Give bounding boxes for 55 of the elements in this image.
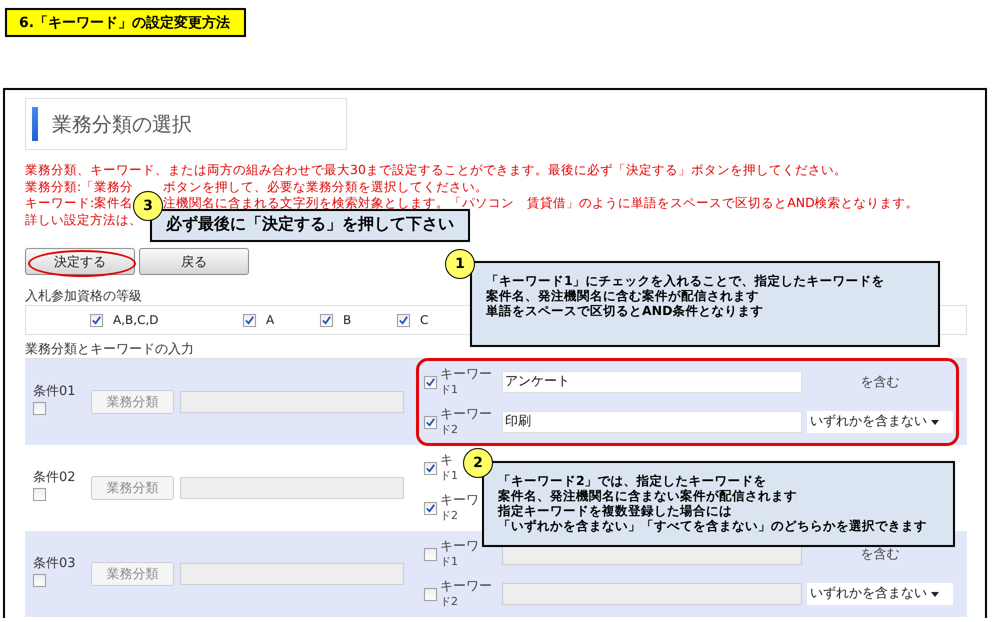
notice-text: 注機関名に含まれる文字列を検索対象とします。「パソコン 賃貸借」のように単語をスペースで区切るとAND検索となります。 — [163, 195, 919, 212]
form-button[interactable]: 戻る — [139, 248, 249, 275]
option-label: B — [343, 313, 352, 327]
condition-label: 条件03 — [33, 554, 76, 572]
checkbox[interactable] — [424, 548, 437, 560]
checkbox[interactable] — [397, 314, 410, 326]
keyword-label: キーワー ド2 — [440, 407, 492, 437]
keyword-label: キーワー ド2 — [440, 579, 492, 609]
keyword-field[interactable]: アンケート — [502, 371, 802, 393]
condition-label: 条件02 — [33, 468, 76, 486]
page-title: 業務分類の選択 — [52, 110, 192, 138]
checkbox[interactable] — [33, 488, 46, 500]
form-button[interactable]: 決定する — [25, 248, 135, 275]
step-number-tooltip: 1 — [445, 249, 475, 279]
checkbox[interactable] — [33, 574, 46, 586]
checkbox[interactable] — [424, 588, 437, 600]
section-legend: 業務分類とキーワードの入力 — [25, 340, 194, 358]
checkbox[interactable] — [33, 402, 46, 414]
category-field[interactable] — [180, 477, 404, 499]
step-number-tooltip: 3 — [133, 191, 163, 221]
caret-icon — [931, 420, 939, 424]
checkbox[interactable] — [424, 502, 437, 514]
callout-text: 「キーワード1」にチェックを入れることで、指定したキーワードを 案件名、発注機関名に含む案件が配信されます 単語をスペースで区切るとAND条件となります — [486, 273, 886, 318]
notice-text: ボタンを押して、必要な業務分類を選択してください。 — [163, 178, 488, 195]
condition-label: 条件01 — [33, 382, 76, 400]
category-field[interactable] — [180, 391, 404, 413]
checkbox[interactable] — [424, 376, 437, 388]
suffix-text: を含む — [860, 374, 900, 391]
checkbox[interactable] — [90, 314, 103, 326]
notice-text: 業務分類、キーワード、または両方の組み合わせで最大30まで設定することができます。最後に必ず「決定する」ボタンを押してください。 — [25, 162, 847, 178]
match-dropdown[interactable]: いずれかを含まない — [807, 583, 953, 605]
category-field[interactable] — [180, 563, 404, 585]
checkbox[interactable] — [424, 416, 437, 428]
match-dropdown[interactable]: いずれかを含まない — [807, 411, 953, 433]
caret-icon — [931, 592, 939, 596]
option-label: C — [420, 313, 428, 327]
keyword-field[interactable] — [502, 583, 802, 605]
option-label: A — [266, 313, 274, 327]
notice-text: キーワード:案件名 — [25, 195, 134, 212]
option-label: A,B,C,D — [113, 313, 159, 327]
accent-bar — [32, 107, 38, 141]
callout-text: 「キーワード2」では、指定したキーワードを 案件名、発注機関名に含まない案件が配信されます 指定キーワードを複数登録した場合には 「いずれかを含まない」「すべてを含まない」のどちらかを選択できます — [498, 473, 928, 533]
keyword-label: キーワー ド1 — [440, 367, 492, 397]
keyword-label: キ ド1 — [440, 453, 458, 483]
notice-text: 業務分類:「業務分 — [25, 178, 134, 195]
section-heading: 6.「キーワード」の設定変更方法 — [5, 8, 246, 37]
checkbox[interactable] — [424, 462, 437, 474]
callout-text: 必ず最後に「決定する」を押して下さい — [166, 215, 454, 233]
keyword-label: キーワ ド2 — [440, 493, 479, 523]
section-legend: 入札参加資格の等級 — [25, 287, 142, 305]
suffix-text: を含む — [860, 546, 900, 563]
checkbox[interactable] — [320, 314, 333, 326]
keyword-label: キーワ ド1 — [440, 539, 479, 569]
keyword-field[interactable]: 印刷 — [502, 411, 802, 433]
checkbox[interactable] — [243, 314, 256, 326]
